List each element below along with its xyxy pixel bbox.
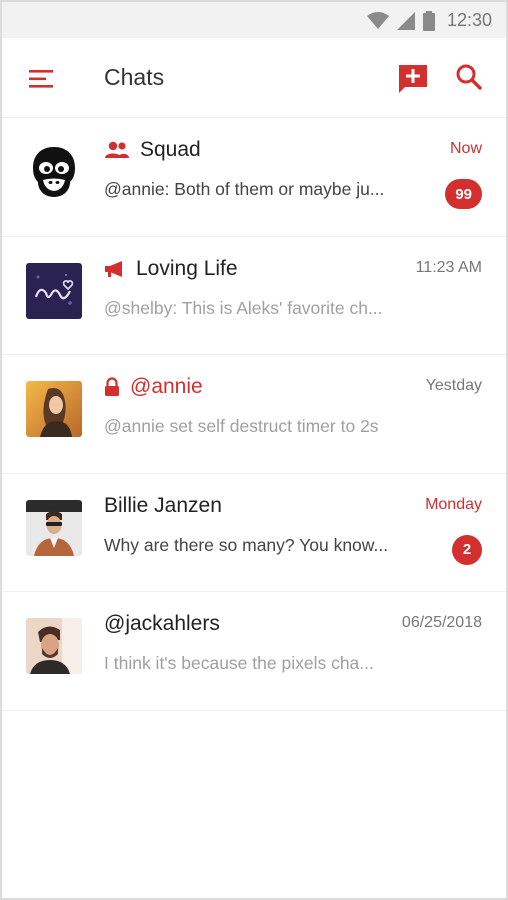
- chat-name: Billie Janzen: [104, 493, 222, 517]
- battery-icon: [422, 10, 435, 31]
- chat-name: @annie: [130, 375, 203, 398]
- jack-photo-icon: [26, 618, 82, 674]
- wifi-icon: [366, 11, 389, 29]
- love-image-icon: [26, 262, 82, 319]
- chat-preview: Why are there so many? You know...: [104, 534, 389, 555]
- chat-row-annie[interactable]: @annie Yestday @annie set self destruct …: [2, 355, 506, 474]
- chat-name: Squad: [140, 138, 201, 161]
- status-icons: 12:30: [366, 10, 492, 31]
- chat-time: 06/25/2018: [401, 614, 482, 631]
- chat-title-line: @annie: [104, 375, 203, 399]
- lock-icon: [105, 377, 119, 396]
- chat-preview: I think it's because the pixels cha...: [104, 653, 374, 673]
- chat-preview: @shelby: This is Aleks' favorite ch...: [104, 297, 383, 318]
- status-bar: 12:30: [2, 2, 506, 38]
- megaphone-icon: [105, 260, 122, 277]
- chat-time: Yestday: [425, 377, 482, 394]
- gorilla-logo-icon: [26, 144, 82, 200]
- search-button[interactable]: [454, 62, 484, 92]
- chat-preview: @annie: Both of them or maybe ju...: [104, 179, 385, 199]
- chat-name: @jackahlers: [104, 612, 220, 635]
- avatar: [26, 618, 82, 674]
- unread-badge: 2: [452, 534, 482, 565]
- billie-photo-icon: [26, 499, 82, 556]
- chat-title-line: Squad: [104, 138, 201, 162]
- avatar: [26, 499, 82, 556]
- group-icon: [105, 141, 129, 158]
- avatar: [26, 144, 82, 200]
- app-bar: Chats: [2, 38, 506, 118]
- chat-name: Loving Life: [136, 256, 238, 280]
- page-title: Chats: [104, 64, 165, 90]
- unread-badge: 99: [445, 179, 482, 209]
- avatar: [26, 381, 82, 437]
- chat-list: Squad Now @annie: Both of them or maybe …: [2, 118, 506, 711]
- chat-title-line: @jackahlers: [104, 612, 220, 636]
- signal-icon: [396, 11, 415, 30]
- chat-row-squad[interactable]: Squad Now @annie: Both of them or maybe …: [2, 118, 506, 237]
- phone-screen: 12:30 Chats Squad Now @annie: Both of th…: [0, 0, 508, 900]
- annie-photo-icon: [26, 381, 82, 437]
- new-chat-icon: [399, 65, 427, 93]
- chat-time: 11:23 AM: [415, 258, 482, 276]
- chat-title-line: Loving Life: [104, 257, 238, 281]
- chat-title-line: Billie Janzen: [104, 494, 222, 518]
- status-time: 12:30: [446, 10, 492, 30]
- chat-row-jackahlers[interactable]: @jackahlers 06/25/2018 I think it's beca…: [2, 592, 506, 711]
- chat-row-billie-janzen[interactable]: Billie Janzen Monday Why are there so ma…: [2, 474, 506, 592]
- chat-time: Now: [449, 140, 482, 157]
- avatar: [26, 262, 82, 319]
- chat-time: Monday: [425, 495, 482, 513]
- chat-row-loving-life[interactable]: Loving Life 11:23 AM @shelby: This is Al…: [2, 237, 506, 355]
- hamburger-menu-icon: [29, 70, 53, 88]
- chat-preview: @annie set self destruct timer to 2s: [104, 416, 379, 436]
- menu-button[interactable]: [26, 66, 56, 92]
- new-chat-button[interactable]: [396, 62, 430, 94]
- search-icon: [456, 64, 482, 90]
